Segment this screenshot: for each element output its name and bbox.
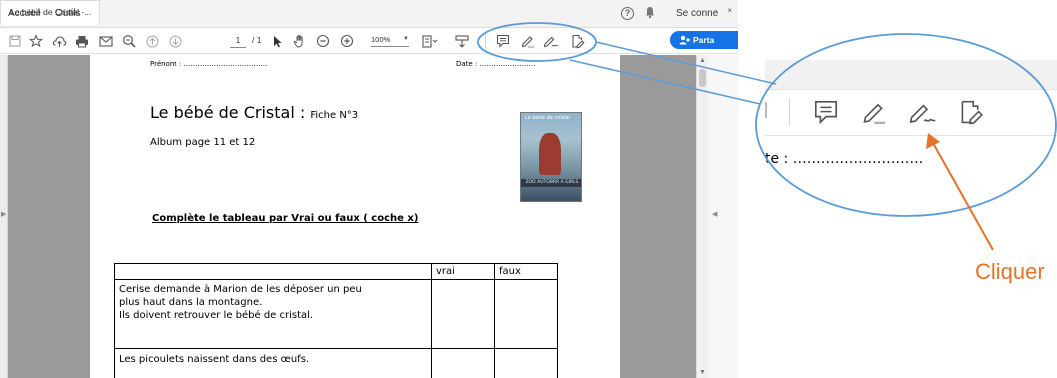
connector-line-top	[595, 41, 777, 85]
click-instruction-label: Cliquer	[975, 259, 1045, 284]
small-highlight-ellipse	[477, 22, 597, 62]
pointer-arrow-line	[932, 142, 994, 251]
connector-line-bottom	[569, 59, 761, 105]
large-highlight-ellipse	[755, 33, 1057, 217]
annotation-overlay	[477, 22, 1057, 251]
pointer-arrow-head	[926, 133, 940, 149]
